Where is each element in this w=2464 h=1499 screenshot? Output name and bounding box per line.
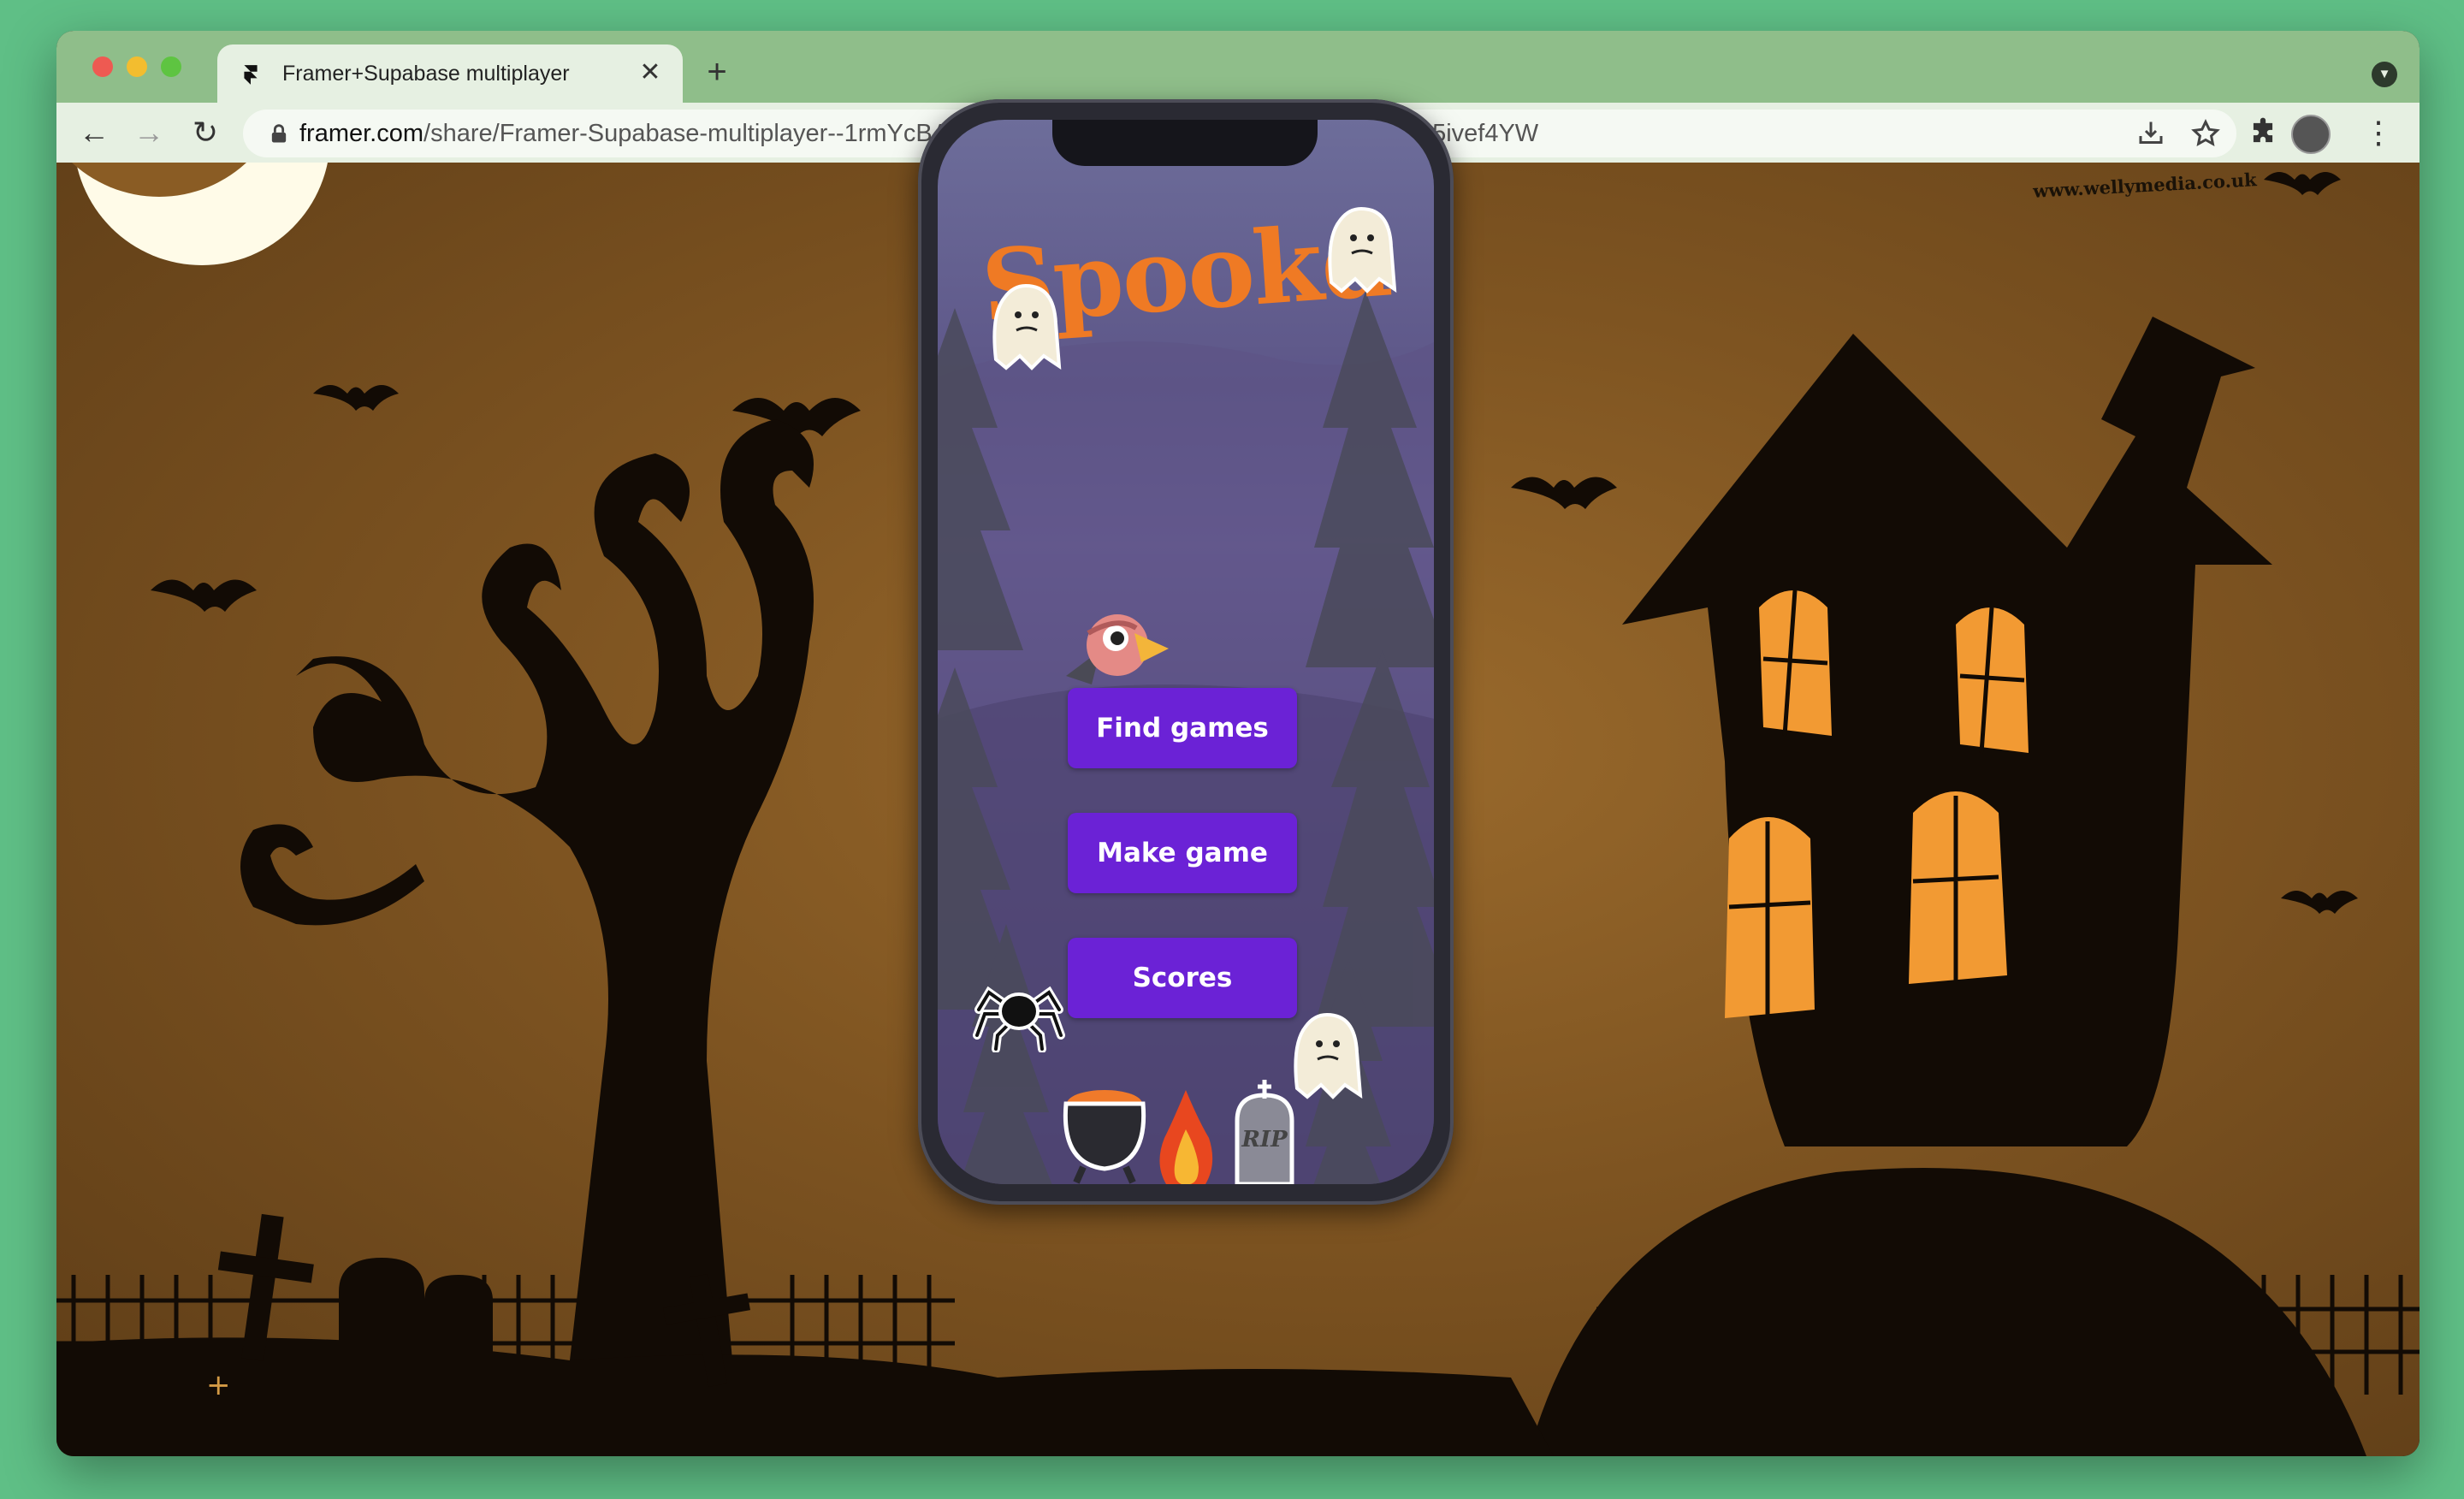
extensions-puzzle-icon[interactable] (2247, 116, 2279, 149)
tab-title: Framer+Supabase multiplayer (282, 62, 570, 86)
spooky-tree (240, 419, 814, 1360)
ghost-icon (1328, 206, 1397, 293)
ghost-icon (1294, 1012, 1363, 1099)
scores-button[interactable]: Scores (1068, 938, 1297, 1018)
profile-avatar[interactable] (2291, 115, 2331, 154)
browser-tab[interactable]: Framer+Supabase multiplayer ✕ (217, 44, 683, 104)
forward-icon[interactable]: → (128, 113, 169, 152)
find-games-button[interactable]: Find games (1068, 688, 1297, 768)
phone-screen: Spookd Find games Make game Scores RIP (938, 120, 1434, 1184)
make-game-button[interactable]: Make game (1068, 813, 1297, 893)
lock-icon (271, 124, 287, 143)
window-controls (92, 56, 181, 77)
back-icon[interactable]: ← (74, 113, 115, 152)
title-bar: Framer+Supabase multiplayer ✕ + ▼ (56, 31, 2420, 104)
bookmark-star-icon[interactable] (2190, 118, 2221, 149)
new-tab-button[interactable]: + (698, 55, 736, 89)
svg-text:+: + (206, 1368, 231, 1402)
fire-icon (1159, 1090, 1213, 1184)
maximize-window-button[interactable] (161, 56, 181, 77)
vulture-character-icon (1066, 614, 1169, 684)
framer-logo-icon (244, 65, 258, 85)
install-app-icon[interactable] (2135, 118, 2166, 149)
phone-notch (1052, 120, 1318, 166)
tombstone-text: RIP (1241, 1127, 1288, 1152)
tab-close-icon[interactable]: ✕ (633, 56, 667, 90)
tombstone-icon: RIP (1235, 1080, 1294, 1184)
cauldron-icon (1063, 1090, 1146, 1184)
reload-icon[interactable]: ↻ (185, 113, 226, 152)
close-window-button[interactable] (92, 56, 113, 77)
spider-icon (973, 986, 1065, 1052)
ghost-icon (992, 283, 1062, 370)
tab-search-icon[interactable]: ▼ (2372, 62, 2397, 87)
minimize-window-button[interactable] (127, 56, 147, 77)
browser-menu-icon[interactable]: ⋮ (2363, 113, 2394, 152)
graveyard (56, 1213, 1554, 1456)
